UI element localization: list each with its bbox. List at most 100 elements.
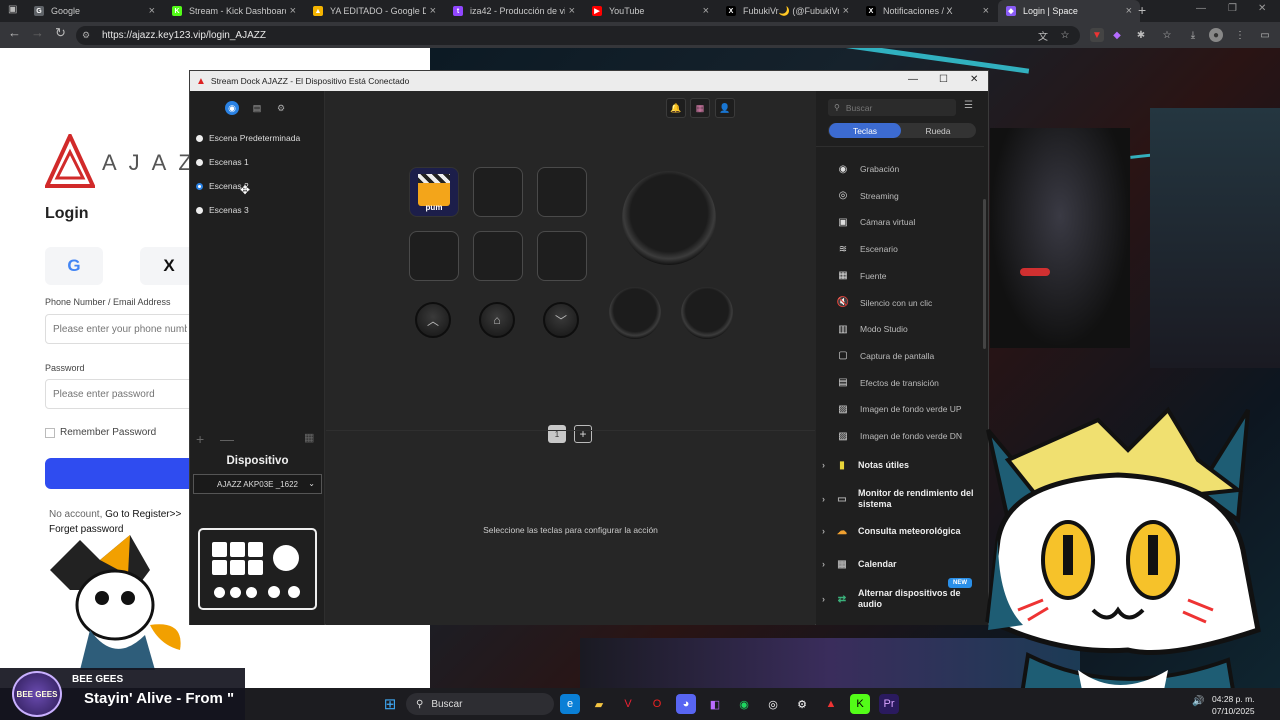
action-item[interactable]: ▨ Imagen de fondo verde UP [836, 402, 961, 416]
kick-icon[interactable]: K [850, 694, 870, 714]
twitch-extension-icon[interactable]: ◆ [1110, 28, 1124, 42]
download-icon[interactable]: ⤓ [1186, 28, 1200, 42]
browser-tab[interactable]: K Stream - Kick Dashboard × [164, 0, 304, 22]
window-minimize-icon[interactable]: — [908, 74, 918, 85]
action-item[interactable]: ◎ Streaming [836, 189, 899, 203]
action-item[interactable]: ▥ Modo Studio [836, 322, 907, 336]
action-item[interactable]: ▤ Efectos de transición [836, 376, 939, 390]
window-maximize-icon[interactable]: ☐ [939, 74, 948, 85]
extensions-puzzle-icon[interactable]: ✱ [1134, 28, 1148, 42]
key-1[interactable]: pum [409, 167, 459, 217]
system-clock[interactable]: 04:28 p. m. 07/10/2025 [1212, 693, 1255, 717]
reading-list-icon[interactable]: ☆ [1160, 28, 1174, 42]
minimize-icon[interactable]: — [1196, 3, 1206, 14]
action-category[interactable]: › ⇄ Alternar dispositivos de audio [822, 588, 961, 610]
action-category[interactable]: › ▭ Monitor de rendimiento del sistema [822, 488, 974, 510]
scene-item[interactable]: Escena Predeterminada [196, 131, 300, 145]
register-link[interactable]: Go to Register>> [105, 509, 181, 520]
scene-settings-icon[interactable]: ▦ [304, 431, 314, 444]
windows-start-icon[interactable]: ⊞ [380, 694, 400, 714]
list-view-icon[interactable]: ☰ [964, 100, 973, 111]
store-icon[interactable]: ▤ [250, 101, 264, 115]
browser-tab[interactable]: ◆ Login | Space × [998, 0, 1140, 22]
bookmark-star-icon[interactable]: ☆ [1058, 28, 1072, 42]
scene-item[interactable]: Escenas 3 [196, 203, 249, 217]
settings-icon[interactable]: ⚙ [274, 101, 288, 115]
window-close-icon[interactable]: ✕ [970, 74, 978, 85]
down-button[interactable]: ﹀ [543, 302, 579, 338]
scene-radio[interactable] [196, 182, 203, 190]
page-1-button[interactable]: 1 [548, 425, 566, 443]
action-item[interactable]: ▢ Captura de pantalla [836, 349, 934, 363]
left-knob[interactable] [609, 287, 661, 339]
tab-close-icon[interactable]: × [149, 5, 155, 17]
opera-icon[interactable]: O [647, 694, 667, 714]
tab-close-icon[interactable]: × [843, 5, 849, 17]
browser-tab[interactable]: t iza42 - Producción de vide × [445, 0, 583, 22]
key-4[interactable] [409, 231, 459, 281]
tab-keys[interactable]: Teclas [829, 123, 901, 138]
new-tab-button[interactable]: + [1138, 2, 1146, 18]
password-input[interactable] [45, 379, 195, 409]
tab-close-icon[interactable]: × [430, 5, 436, 17]
key-5[interactable] [473, 231, 523, 281]
google-login-button[interactable]: G [45, 247, 103, 285]
taskbar-search[interactable]: ⚲ Buscar [406, 693, 554, 715]
remember-password[interactable]: Remember Password [45, 427, 156, 438]
menu-icon[interactable]: ⋮ [1233, 28, 1247, 42]
browser-tab[interactable]: X FubukiVr🌙 (@FubukiVr) / × [718, 0, 857, 22]
action-item[interactable]: ▣ Cámara virtual [836, 215, 915, 229]
action-item[interactable]: ≋ Escenario [836, 242, 898, 256]
obs-icon[interactable]: ◎ [763, 694, 783, 714]
user-icon[interactable]: 👤 [715, 98, 735, 118]
sidebar-icon[interactable]: ▭ [1258, 28, 1272, 42]
tab-actions-icon[interactable]: ▣ [8, 4, 17, 15]
browser-tab[interactable]: ▶ YouTube × [584, 0, 717, 22]
steam-icon[interactable]: ⚙ [792, 694, 812, 714]
scene-radio[interactable] [196, 158, 203, 166]
right-knob[interactable] [681, 287, 733, 339]
reload-icon[interactable]: ↻ [55, 25, 66, 41]
scene-radio[interactable] [196, 206, 203, 214]
volume-icon[interactable]: 🔊 [1192, 696, 1204, 707]
address-bar[interactable]: ⚙ https://ajazz.key123.vip/login_AJAZZ [76, 26, 1080, 45]
device-select[interactable]: AJAZZ AKP03E _1622 ⌄ [193, 474, 322, 494]
add-scene-button[interactable]: + [196, 431, 204, 447]
action-item[interactable]: ◉ Grabación [836, 162, 900, 176]
forward-icon[interactable]: → [31, 25, 44, 40]
premiere-icon[interactable]: Pr [879, 694, 899, 714]
browser-tab[interactable]: X Notificaciones / X × [858, 0, 997, 22]
file-explorer-icon[interactable]: ▰ [589, 694, 609, 714]
action-search[interactable]: ⚲ Buscar [828, 99, 956, 116]
ajazz-taskbar-icon[interactable]: ▲ [821, 694, 841, 714]
scene-item[interactable]: Escenas 1 [196, 155, 249, 169]
tab-close-icon[interactable]: × [290, 5, 296, 17]
action-category[interactable]: › ▮ Notas útiles [822, 458, 909, 472]
key-3[interactable] [537, 167, 587, 217]
tab-close-icon[interactable]: × [569, 5, 575, 17]
twitch-icon[interactable]: ◧ [705, 694, 725, 714]
browser-tab[interactable]: ▲ YA EDITADO - Google Drive × [305, 0, 444, 22]
profile-avatar[interactable]: ● [1209, 28, 1223, 42]
action-category[interactable]: › ▦ Calendar [822, 557, 897, 571]
tab-wheel[interactable]: Rueda [902, 123, 974, 138]
tab-close-icon[interactable]: × [703, 5, 709, 17]
action-item[interactable]: ▨ Imagen de fondo verde DN [836, 429, 962, 443]
close-icon[interactable]: ✕ [1258, 3, 1266, 14]
browser-tab[interactable]: G Google × [26, 0, 163, 22]
remember-checkbox[interactable] [45, 427, 55, 438]
key-2[interactable] [473, 167, 523, 217]
home-icon[interactable]: ◉ [225, 101, 239, 115]
back-icon[interactable]: ← [8, 25, 21, 40]
phone-input[interactable] [45, 314, 195, 344]
site-info-icon[interactable]: ⚙ [82, 30, 94, 41]
key-6[interactable] [537, 231, 587, 281]
scene-radio[interactable] [196, 134, 203, 142]
up-button[interactable]: ︿ [415, 302, 451, 338]
translate-icon[interactable]: 文 [1036, 28, 1050, 43]
scrollbar[interactable] [983, 199, 986, 349]
edge-icon[interactable]: e [560, 694, 580, 714]
action-item[interactable]: ▦ Fuente [836, 269, 886, 283]
action-item[interactable]: 🔇 Silencio con un clic [836, 296, 933, 310]
notification-bell-icon[interactable]: 🔔 [666, 98, 686, 118]
